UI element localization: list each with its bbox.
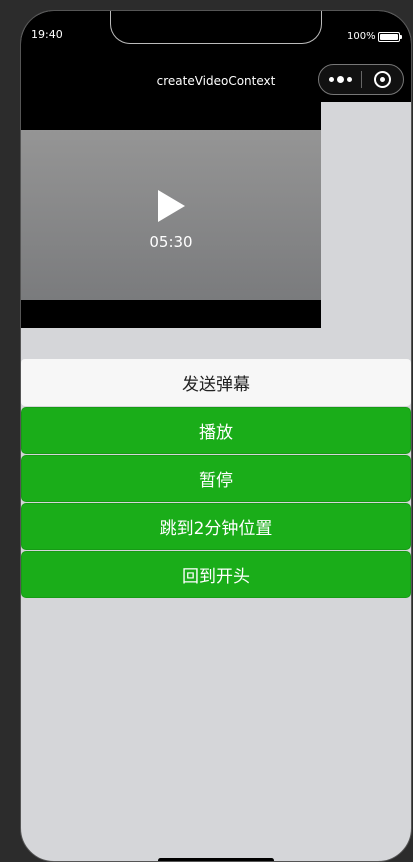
more-button[interactable] [319, 65, 361, 94]
video-player[interactable]: 05:30 [21, 102, 321, 328]
more-dots-icon [336, 76, 344, 83]
play-button[interactable]: 播放 [21, 407, 411, 454]
battery-icon [378, 32, 402, 42]
button-area: 发送弹幕 播放 暂停 跳到2分钟位置 回到开头 [21, 359, 411, 598]
notch [110, 11, 322, 44]
play-icon[interactable] [158, 190, 185, 222]
video-duration: 05:30 [149, 233, 193, 251]
restart-button[interactable]: 回到开头 [21, 551, 411, 598]
seek-button[interactable]: 跳到2分钟位置 [21, 503, 411, 550]
menu-capsule [318, 64, 404, 95]
close-button[interactable] [362, 71, 403, 88]
close-circle-icon [374, 71, 391, 88]
battery-percent: 100% [347, 31, 376, 42]
more-dots-icon [328, 77, 334, 82]
pause-button[interactable]: 暂停 [21, 455, 411, 502]
phone-frame: 19:40 100% createVideoContext 05:30 发送弹幕… [20, 10, 412, 862]
status-time: 19:40 [31, 28, 63, 41]
more-dots-icon [346, 77, 352, 82]
send-danmu-button[interactable]: 发送弹幕 [21, 359, 411, 406]
home-indicator [158, 858, 274, 861]
